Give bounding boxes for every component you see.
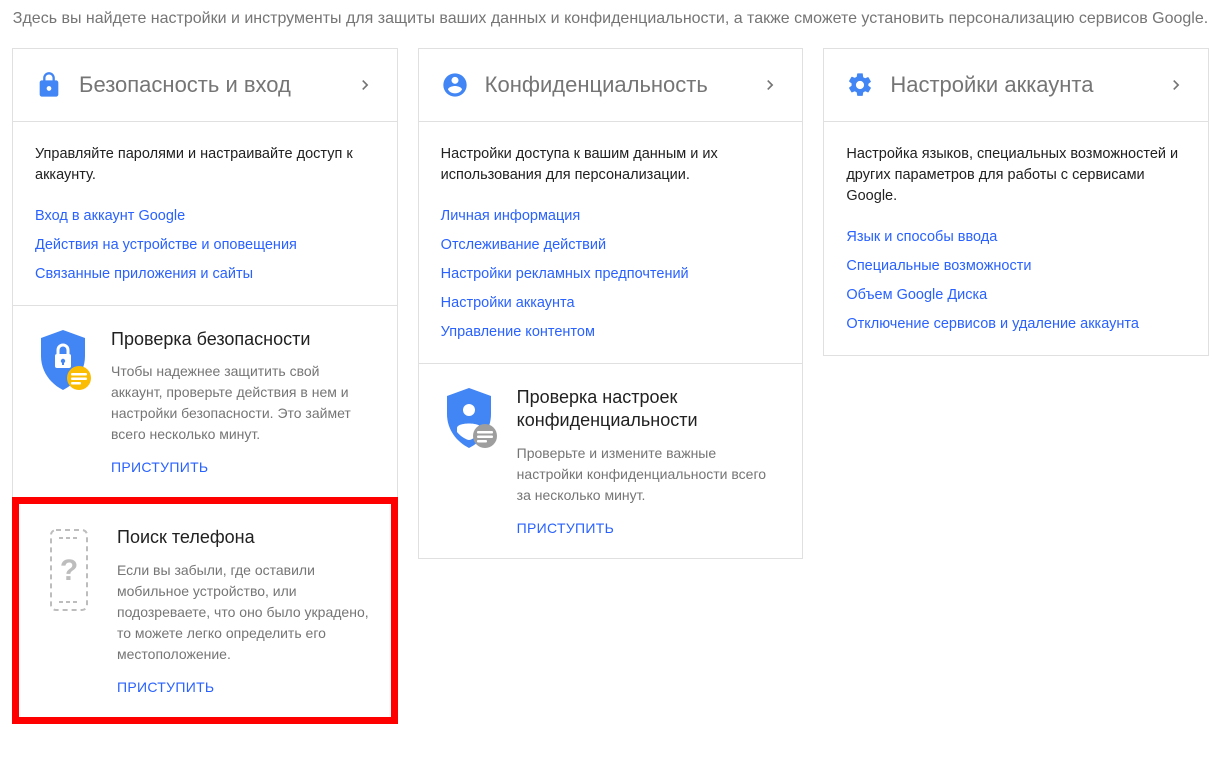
shield-lock-icon: [35, 328, 91, 475]
card-security-desc: Управляйте паролями и настраивайте досту…: [35, 144, 375, 186]
person-icon: [441, 71, 469, 99]
link-connected-apps[interactable]: Связанные приложения и сайты: [35, 260, 375, 289]
card-privacy: Конфиденциальность Настройки доступа к в…: [418, 48, 804, 559]
column-security: Безопасность и вход Управляйте паролями …: [12, 48, 398, 724]
link-accessibility[interactable]: Специальные возможности: [846, 252, 1186, 281]
card-settings-links: Язык и способы ввода Специальные возможн…: [846, 223, 1186, 339]
card-privacy-title: Конфиденциальность: [485, 72, 761, 98]
find-phone-desc: Если вы забыли, где оставили мобильное у…: [117, 560, 369, 665]
card-privacy-links: Личная информация Отслеживание действий …: [441, 202, 781, 347]
link-personal-info[interactable]: Личная информация: [441, 202, 781, 231]
link-drive-storage[interactable]: Объем Google Диска: [846, 281, 1186, 310]
card-settings: Настройки аккаунта Настройка языков, спе…: [823, 48, 1209, 356]
card-security-header[interactable]: Безопасность и вход: [13, 49, 397, 122]
column-privacy: Конфиденциальность Настройки доступа к в…: [418, 48, 804, 559]
link-content-controls[interactable]: Управление контентом: [441, 318, 781, 347]
card-security-links: Вход в аккаунт Google Действия на устрой…: [35, 202, 375, 289]
find-phone-start-button[interactable]: ПРИСТУПИТЬ: [117, 679, 214, 695]
card-security: Безопасность и вход Управляйте паролями …: [12, 48, 398, 498]
link-delete-services[interactable]: Отключение сервисов и удаление аккаунта: [846, 310, 1186, 339]
privacy-checkup-section: Проверка настроек конфиденциальности Про…: [419, 363, 803, 558]
link-device-activity[interactable]: Действия на устройстве и оповещения: [35, 231, 375, 260]
shield-person-icon: [441, 386, 497, 536]
privacy-checkup-content: Проверка настроек конфиденциальности Про…: [517, 386, 781, 536]
card-settings-body: Настройка языков, специальных возможност…: [824, 122, 1208, 355]
card-security-title: Безопасность и вход: [79, 72, 355, 98]
security-checkup-start-button[interactable]: ПРИСТУПИТЬ: [111, 459, 208, 475]
link-ads-settings[interactable]: Настройки рекламных предпочтений: [441, 260, 781, 289]
svg-text:?: ?: [60, 554, 78, 587]
page-intro: Здесь вы найдете настройки и инструменты…: [0, 0, 1221, 48]
columns-container: Безопасность и вход Управляйте паролями …: [0, 48, 1221, 724]
security-checkup-content: Проверка безопасности Чтобы надежнее защ…: [111, 328, 375, 475]
card-privacy-header[interactable]: Конфиденциальность: [419, 49, 803, 122]
lock-icon: [35, 71, 63, 99]
link-google-signin[interactable]: Вход в аккаунт Google: [35, 202, 375, 231]
card-settings-desc: Настройка языков, специальных возможност…: [846, 144, 1186, 207]
privacy-checkup-desc: Проверьте и измените важные настройки ко…: [517, 443, 781, 506]
link-account-overview[interactable]: Настройки аккаунта: [441, 289, 781, 318]
link-activity-controls[interactable]: Отслеживание действий: [441, 231, 781, 260]
security-checkup-section: Проверка безопасности Чтобы надежнее защ…: [13, 305, 397, 497]
security-checkup-desc: Чтобы надежнее защитить свой аккаунт, пр…: [111, 361, 375, 445]
chevron-right-icon: [760, 75, 780, 95]
privacy-checkup-start-button[interactable]: ПРИСТУПИТЬ: [517, 520, 614, 536]
find-phone-section: ? Поиск телефона Если вы забыли, где ост…: [19, 504, 391, 716]
find-phone-highlight: ? Поиск телефона Если вы забыли, где ост…: [12, 497, 398, 723]
chevron-right-icon: [1166, 75, 1186, 95]
find-phone-content: Поиск телефона Если вы забыли, где остав…: [117, 526, 369, 694]
card-security-body: Управляйте паролями и настраивайте досту…: [13, 122, 397, 305]
chevron-right-icon: [355, 75, 375, 95]
privacy-checkup-title: Проверка настроек конфиденциальности: [517, 386, 781, 433]
card-settings-header[interactable]: Настройки аккаунта: [824, 49, 1208, 122]
security-checkup-title: Проверка безопасности: [111, 328, 375, 351]
find-phone-title: Поиск телефона: [117, 526, 369, 549]
card-privacy-body: Настройки доступа к вашим данным и их ис…: [419, 122, 803, 363]
card-settings-title: Настройки аккаунта: [890, 72, 1166, 98]
link-language-input[interactable]: Язык и способы ввода: [846, 223, 1186, 252]
card-privacy-desc: Настройки доступа к вашим данным и их ис…: [441, 144, 781, 186]
phone-question-icon: ?: [41, 526, 97, 694]
gear-icon: [846, 71, 874, 99]
column-settings: Настройки аккаунта Настройка языков, спе…: [823, 48, 1209, 356]
